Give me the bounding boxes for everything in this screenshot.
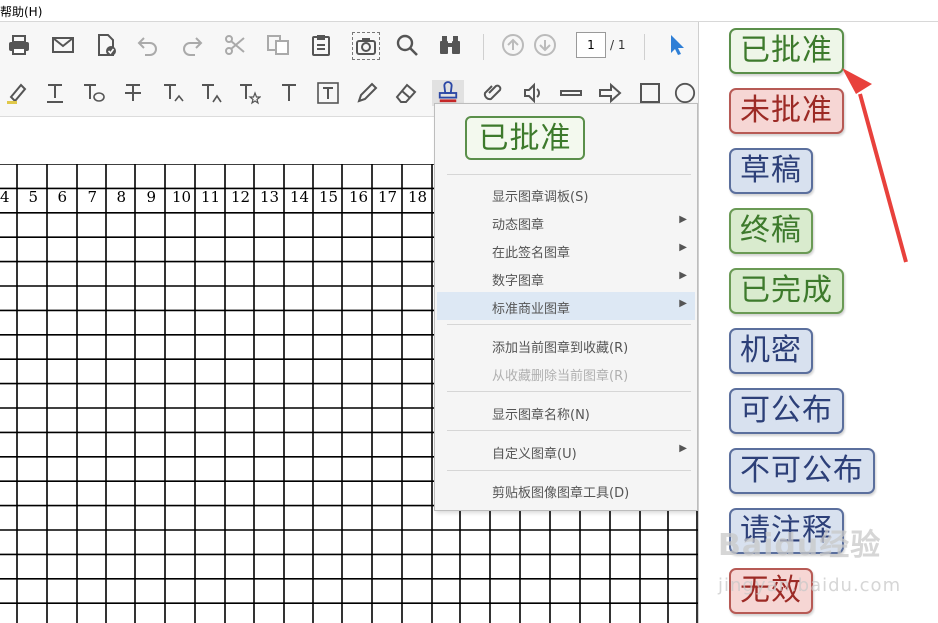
paste-icon[interactable]	[308, 32, 334, 58]
menu-separator	[447, 430, 691, 431]
main-toolbar: 1 / 1	[0, 22, 698, 70]
stamp-option[interactable]: 可公布	[729, 388, 844, 434]
stamp-menu-item[interactable]: 在此签名图章 ▶	[437, 236, 695, 264]
print-icon[interactable]	[6, 32, 32, 58]
stamp-menu-item[interactable]: 动态图章 ▶	[437, 208, 695, 236]
next-page-icon[interactable]	[532, 32, 558, 58]
column-number: 18	[408, 188, 428, 206]
stamp-option[interactable]: 不可公布	[729, 448, 875, 494]
strikethrough-icon[interactable]	[120, 80, 146, 106]
submenu-arrow-icon: ▶	[679, 298, 687, 309]
column-number: 17	[378, 188, 398, 206]
stamp-menu-item-label: 动态图章	[492, 218, 545, 233]
watermark-logo: Baidu经验 jingyan.baidu.com	[718, 520, 901, 599]
stamp-menu-item-label: 标准商业图章	[492, 302, 571, 317]
spellcheck-icon[interactable]	[93, 32, 119, 58]
stamp-menu-item[interactable]: 添加当前图章到收藏(R)	[437, 331, 695, 359]
stamp-menu-item[interactable]: 标准商业图章 ▶	[437, 292, 695, 320]
submenu-arrow-icon: ▶	[679, 214, 687, 225]
stamp-menu-item: 从收藏删除当前图章(R)	[437, 359, 695, 387]
stamp-menu-item[interactable]: 数字图章 ▶	[437, 264, 695, 292]
watermark-text: Baidu经验	[718, 528, 882, 563]
cut-icon[interactable]	[222, 32, 248, 58]
copy-icon[interactable]	[265, 32, 291, 58]
menu-separator	[447, 470, 691, 471]
menu-bar: 帮助(H)	[0, 0, 938, 22]
column-number: 12	[231, 188, 251, 206]
column-number: 7	[87, 188, 98, 206]
snapshot-icon[interactable]	[352, 32, 380, 60]
column-number: 6	[57, 188, 68, 206]
text-comment-icon[interactable]	[80, 80, 106, 106]
email-icon[interactable]	[50, 32, 76, 58]
menu-separator	[447, 174, 691, 175]
menu-help[interactable]: 帮助(H)	[0, 3, 42, 20]
eraser-icon[interactable]	[393, 80, 419, 106]
column-number: 16	[349, 188, 369, 206]
column-number: 15	[319, 188, 339, 206]
column-number: 11	[201, 188, 221, 206]
stamp-menu-item-label: 数字图章	[492, 274, 545, 289]
select-cursor-icon[interactable]	[664, 32, 690, 58]
toolbar-separator	[483, 34, 484, 60]
column-number: 5	[28, 188, 39, 206]
submenu-arrow-icon: ▶	[679, 443, 687, 454]
annotation-arrow	[842, 68, 908, 263]
insert-text-icon[interactable]	[198, 80, 224, 106]
redo-icon[interactable]	[179, 32, 205, 58]
submenu-arrow-icon: ▶	[679, 270, 687, 281]
stamp-option[interactable]: 机密	[729, 328, 813, 374]
stamp-option[interactable]: 已完成	[729, 268, 844, 314]
search-icon[interactable]	[394, 32, 420, 58]
stamp-menu-item[interactable]: 显示图章名称(N)	[437, 398, 695, 426]
page-number-input[interactable]: 1	[576, 32, 606, 58]
typewriter-icon[interactable]	[276, 80, 302, 106]
textbox-icon[interactable]	[315, 80, 341, 106]
stamp-menu-item[interactable]: 自定义图章(U) ▶	[437, 437, 695, 465]
replace-text-icon[interactable]	[160, 80, 186, 106]
stamp-menu-item-label: 添加当前图章到收藏(R)	[492, 341, 629, 356]
stamp-menu-item-label: 剪贴板图像图章工具(D)	[492, 486, 630, 501]
text-star-icon[interactable]	[236, 80, 262, 106]
stamp-option[interactable]: 草稿	[729, 148, 813, 194]
underline-text-icon[interactable]	[42, 80, 68, 106]
stamp-menu-item[interactable]: 剪贴板图像图章工具(D)	[437, 476, 695, 504]
binoculars-icon[interactable]	[437, 32, 463, 58]
pencil-icon[interactable]	[354, 80, 380, 106]
stamp-menu-item-label: 显示图章名称(N)	[492, 408, 590, 423]
stamp-menu-item-label: 从收藏删除当前图章(R)	[492, 369, 629, 384]
menu-separator	[447, 324, 691, 325]
column-number: 4	[0, 188, 10, 206]
stamp-preview[interactable]: 已批准	[465, 116, 585, 160]
undo-icon[interactable]	[135, 32, 161, 58]
stamp-menu-item[interactable]: 显示图章调板(S)	[437, 180, 695, 208]
watermark-url: jingyan.baidu.com	[718, 575, 902, 596]
column-number: 8	[116, 188, 127, 206]
highlight-icon[interactable]	[4, 80, 30, 106]
stamp-menu-item-label: 显示图章调板(S)	[492, 190, 589, 205]
stamp-dropdown-menu: 已批准 显示图章调板(S) 动态图章 ▶ 在此签名图章 ▶ 数字图章 ▶ 标准商业图章 ▶ 添加当…	[434, 103, 698, 511]
submenu-arrow-icon: ▶	[679, 242, 687, 253]
column-number: 10	[172, 188, 192, 206]
page-total: / 1	[610, 38, 626, 52]
prev-page-icon[interactable]	[500, 32, 526, 58]
column-number: 9	[146, 188, 157, 206]
stamp-menu-item-label: 在此签名图章	[492, 246, 571, 261]
toolbar-separator	[644, 34, 645, 60]
menu-separator	[447, 391, 691, 392]
stamp-menu-item-label: 自定义图章(U)	[492, 447, 577, 462]
column-number: 13	[260, 188, 280, 206]
column-number: 14	[290, 188, 310, 206]
stamp-option[interactable]: 终稿	[729, 208, 813, 254]
